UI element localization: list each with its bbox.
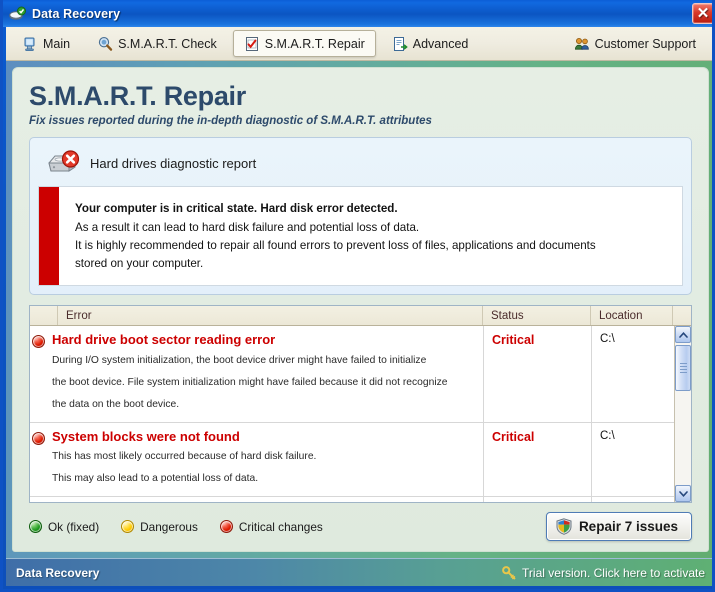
shield-icon (556, 518, 572, 536)
repair-issues-button[interactable]: Repair 7 issues (545, 512, 692, 542)
table-rows: Hard drive boot sector reading error Dur… (30, 326, 674, 503)
document-gear-icon (392, 36, 408, 52)
title-bar: Data Recovery ✕ (3, 0, 712, 27)
row-error-cell: Hard drive boot sector reading error Dur… (44, 326, 484, 422)
legend-item-critical: Critical changes (219, 519, 323, 534)
legend-and-action-bar: Ok (fixed) Dangerous Critical changes Re… (29, 512, 692, 542)
row-status: Dangerous (484, 497, 592, 503)
tab-customer-support[interactable]: Customer Support (563, 30, 707, 57)
activate-trial-label: Trial version. Click here to activate (522, 565, 705, 580)
report-card: Hard drives diagnostic report Your compu… (29, 137, 692, 296)
row-error-cell: Error 0x00000024 - NTFS_FILE_SYSTEM (44, 497, 484, 503)
scroll-up-button[interactable] (675, 326, 691, 344)
warning-accent-bar (39, 187, 59, 286)
tab-smart-repair-label: S.M.A.R.T. Repair (264, 36, 365, 51)
page-background: S.M.A.R.T. Repair Fix issues reported du… (6, 61, 712, 558)
warning-box: Your computer is in critical state. Hard… (38, 186, 683, 287)
chevron-up-icon (678, 331, 688, 338)
column-header-location[interactable]: Location (591, 306, 673, 326)
scrollbar-track[interactable] (675, 343, 691, 486)
row-error-cell: System blocks were not found This has mo… (44, 422, 484, 497)
tab-main-label: Main (43, 36, 71, 51)
scroll-down-button[interactable] (675, 485, 691, 503)
legend-item-ok: Ok (fixed) (29, 520, 99, 534)
table-body: Hard drive boot sector reading error Dur… (30, 326, 691, 503)
repair-issues-label: Repair 7 issues (578, 519, 678, 535)
close-icon: ✕ (696, 5, 710, 22)
table-header-row: Error Status Location (30, 306, 691, 327)
legend-label-critical: Critical changes (238, 519, 323, 534)
row-location: C:\ (600, 429, 615, 442)
tab-smart-check[interactable]: S.M.A.R.T. Check (86, 30, 228, 57)
status-dot-critical-icon (31, 335, 45, 349)
row-error-title: Hard drive boot sector reading error (52, 332, 276, 348)
report-header: Hard drives diagnostic report (38, 146, 683, 186)
status-bar-app-name: Data Recovery (16, 565, 100, 580)
warning-headline: Your computer is in critical state. Hard… (75, 202, 398, 216)
legend-label-dangerous: Dangerous (140, 519, 198, 534)
warning-line-4: stored on your computer. (75, 257, 204, 271)
legend-label-ok: Ok (fixed) (48, 519, 100, 534)
key-icon (502, 565, 516, 580)
checklist-icon (244, 36, 260, 52)
close-button[interactable]: ✕ (692, 3, 712, 24)
row-error-desc-line: During I/O system initialization, the bo… (52, 354, 427, 366)
tab-main[interactable]: Main (11, 30, 81, 57)
column-header-indicator (30, 306, 58, 326)
table-row[interactable]: Hard drive boot sector reading error Dur… (30, 326, 674, 423)
warning-text: Your computer is in critical state. Hard… (59, 187, 608, 285)
app-recovery-icon (9, 6, 27, 22)
row-severity-indicator (30, 423, 45, 445)
scrollbar-grip-icon (679, 361, 687, 375)
row-error-title: System blocks were not found (52, 428, 240, 444)
row-error-desc-line: the data on the boot device. (52, 398, 180, 410)
legend-item-dangerous: Dangerous (121, 520, 198, 534)
column-header-spacer (673, 306, 691, 325)
status-dot-critical-icon (219, 520, 233, 534)
main-toolbar: Main S.M.A.R.T. Check S.M.A.R.T. Repair … (6, 27, 712, 61)
content-panel: S.M.A.R.T. Repair Fix issues reported du… (12, 67, 709, 552)
row-location: C:\ (592, 497, 674, 502)
scrollbar-thumb[interactable] (675, 345, 691, 392)
row-status: Critical (484, 422, 592, 497)
page-title: S.M.A.R.T. Repair (29, 81, 246, 111)
column-header-error[interactable]: Error (58, 306, 483, 326)
page-subtitle: Fix issues reported during the in-depth … (29, 115, 432, 128)
row-error-desc-line: the boot device. File system initializat… (52, 376, 448, 388)
row-location: C:\ (600, 333, 615, 346)
table-row[interactable]: System blocks were not found This has mo… (30, 422, 674, 498)
warning-line-3: It is highly recommended to repair all f… (75, 239, 596, 253)
magnifier-disk-icon (97, 36, 113, 52)
row-severity-indicator (30, 497, 44, 502)
row-error-desc-line: This may also lead to a potential loss o… (52, 473, 259, 485)
status-dot-dangerous-icon (121, 520, 135, 534)
errors-table: Error Status Location Hard drive boot se… (29, 305, 692, 504)
people-icon (574, 36, 590, 52)
chevron-down-icon (678, 491, 688, 497)
tab-customer-support-label: Customer Support (594, 36, 696, 51)
table-row[interactable]: Error 0x00000024 - NTFS_FILE_SYSTEM Dang… (30, 497, 674, 503)
column-header-status[interactable]: Status (483, 306, 591, 326)
tab-advanced[interactable]: Advanced (381, 30, 480, 57)
row-severity-indicator (30, 326, 45, 349)
report-header-label: Hard drives diagnostic report (90, 155, 257, 171)
warning-line-2: As a result it can lead to hard disk fai… (75, 221, 420, 235)
tab-smart-repair[interactable]: S.M.A.R.T. Repair (232, 30, 376, 57)
vertical-scrollbar[interactable] (674, 326, 691, 503)
window-title: Data Recovery (32, 6, 121, 21)
monitor-icon (22, 36, 38, 52)
row-error-desc-line: This has most likely occurred because of… (52, 451, 317, 463)
row-status: Critical (484, 326, 592, 422)
status-dot-ok-icon (29, 520, 42, 534)
application-window: Data Recovery ✕ Main S.M.A.R.T. Check S.… (0, 0, 715, 592)
status-dot-critical-icon (31, 431, 45, 445)
tab-advanced-label: Advanced (412, 36, 469, 51)
tab-smart-check-label: S.M.A.R.T. Check (118, 36, 217, 51)
activate-trial-link[interactable]: Trial version. Click here to activate (502, 566, 705, 580)
status-bar: Data Recovery Trial version. Click here … (6, 558, 712, 586)
harddisk-error-icon (46, 150, 80, 176)
